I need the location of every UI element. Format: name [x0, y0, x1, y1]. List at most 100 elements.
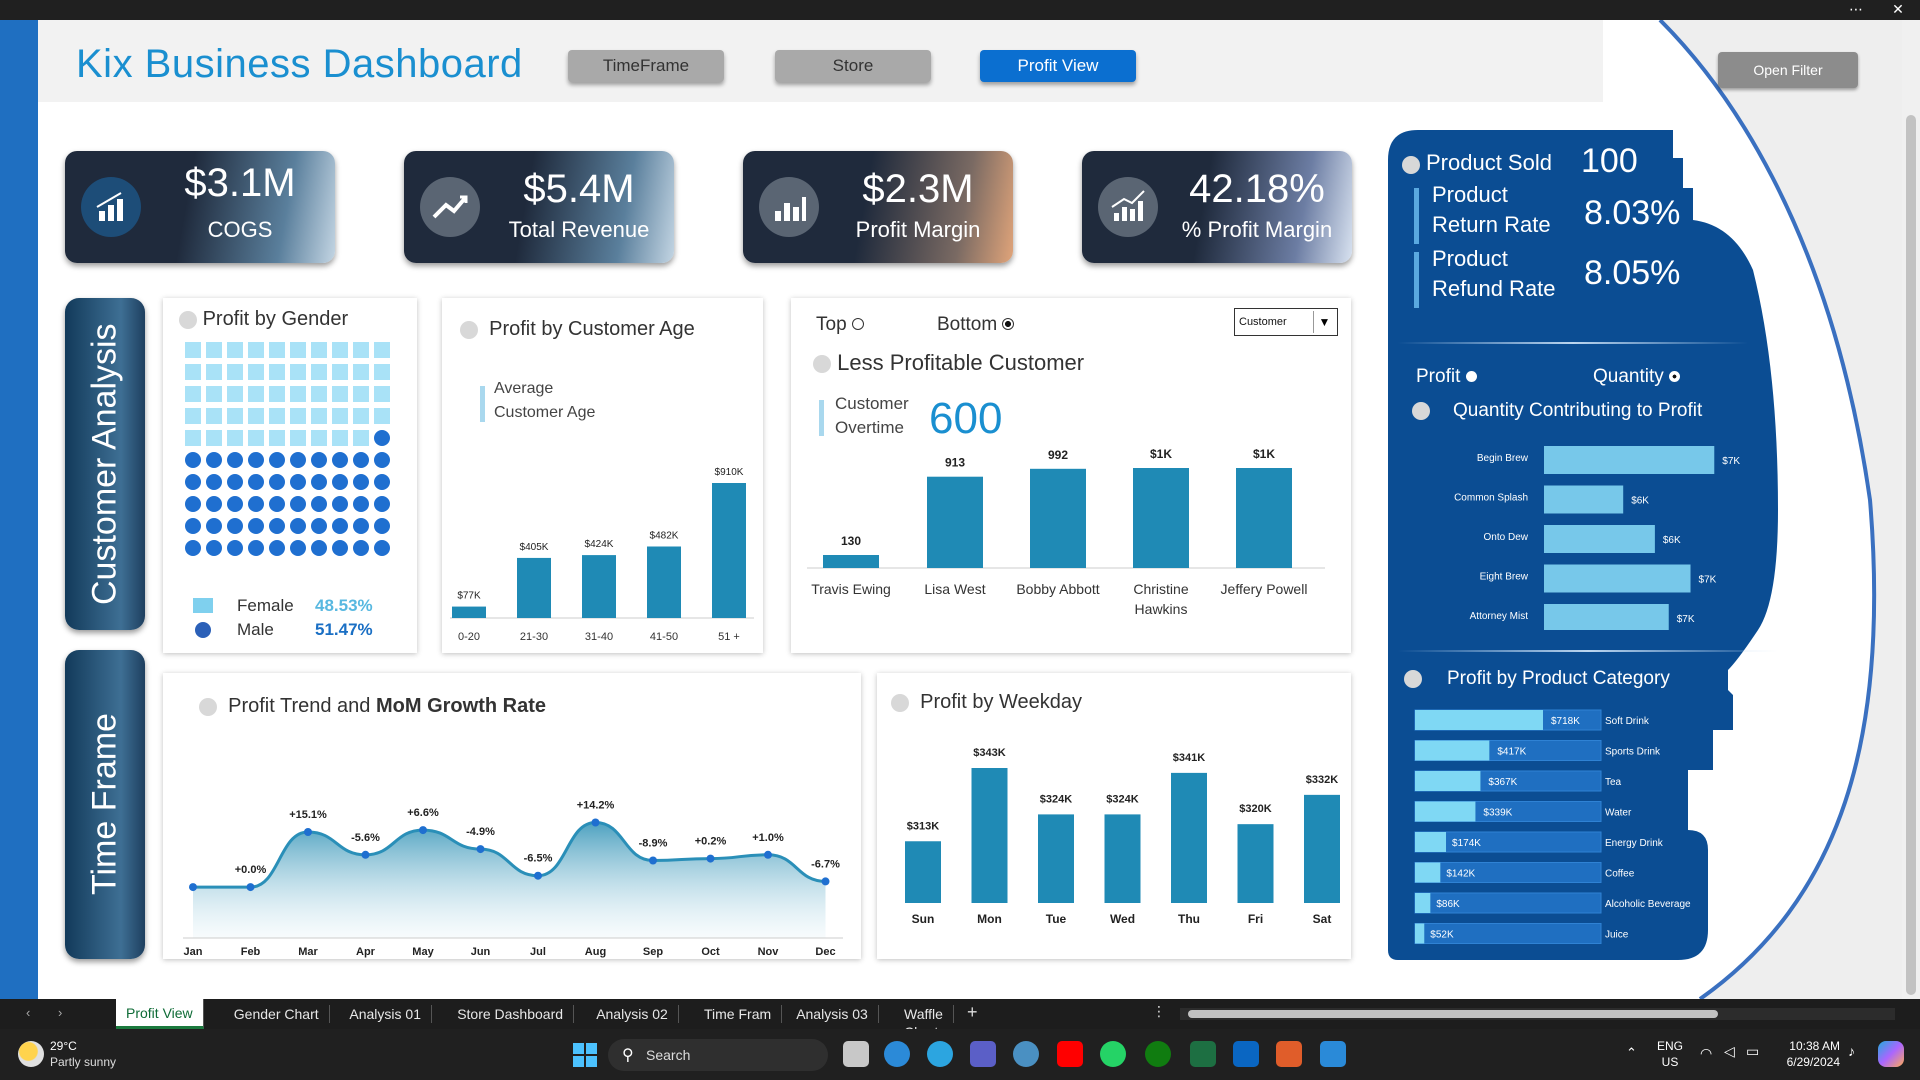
excel-icon[interactable]	[1190, 1041, 1216, 1067]
waffle-cell-female	[248, 430, 264, 446]
tab-waffle-chart[interactable]: Waffle Chart	[894, 1005, 954, 1040]
linkedin-icon[interactable]	[1233, 1041, 1259, 1067]
top-radio[interactable]: Top	[816, 314, 864, 336]
radio-checked-icon	[1002, 318, 1015, 330]
youtube-icon[interactable]	[1057, 1041, 1083, 1067]
waffle-cell-male	[374, 474, 390, 490]
item-label: Attorney Mist	[1470, 611, 1529, 622]
tab-profit-view[interactable]: Profit View	[116, 999, 204, 1029]
scroll-thumb[interactable]	[1906, 115, 1916, 995]
bottom-radio[interactable]: Bottom	[937, 314, 1015, 336]
waffle-cell-male	[311, 540, 327, 556]
bar-chart-icon	[81, 177, 141, 237]
add-sheet-icon[interactable]: +	[967, 1002, 978, 1023]
gender-waffle-chart	[185, 342, 395, 562]
app-icon[interactable]	[1276, 1041, 1302, 1067]
clock-date[interactable]: 6/29/2024	[1770, 1055, 1840, 1069]
bar	[1104, 814, 1141, 903]
waffle-cell-male	[185, 452, 201, 468]
waffle-cell-female	[353, 342, 369, 358]
tab-prev-icon[interactable]: ‹	[26, 1005, 30, 1020]
more-vertical-icon[interactable]: ⋮	[1152, 1003, 1166, 1020]
waffle-cell-female	[206, 430, 222, 446]
top-label: Top	[816, 314, 847, 335]
data-point	[304, 828, 312, 836]
data-label: $52K	[1430, 930, 1454, 941]
whatsapp-icon[interactable]	[1100, 1041, 1126, 1067]
refund-label-2: Refund Rate	[1432, 276, 1556, 301]
growth-label: -5.6%	[351, 832, 380, 844]
waffle-cell-female	[269, 430, 285, 446]
data-label: $324K	[1040, 793, 1072, 805]
profit-radio[interactable]: Profit	[1416, 366, 1477, 388]
data-label: $718K	[1551, 716, 1580, 727]
chevron-down-icon[interactable]: ▼	[1313, 311, 1335, 333]
customer-dropdown[interactable]: Customer ▼	[1234, 308, 1338, 336]
quantity-radio[interactable]: Quantity	[1593, 366, 1681, 388]
taskbar-search[interactable]: ⚲ Search	[608, 1039, 828, 1071]
profit-opt-label: Profit	[1416, 366, 1461, 387]
clock-time[interactable]: 10:38 AM	[1770, 1039, 1840, 1053]
waffle-cell-male	[353, 496, 369, 512]
wifi-icon[interactable]: ◠	[1700, 1045, 1712, 1062]
waffle-cell-female	[206, 342, 222, 358]
data-point	[649, 856, 657, 865]
tab-time-fram[interactable]: Time Fram	[694, 1005, 783, 1023]
vertical-scrollbar[interactable]	[1902, 20, 1920, 999]
growth-label: +1.0%	[752, 832, 784, 844]
waffle-cell-female	[185, 408, 201, 424]
item-label: Begin Brew	[1477, 453, 1529, 464]
close-icon[interactable]: ✕	[1878, 1, 1918, 18]
tab-analysis-03[interactable]: Analysis 03	[786, 1005, 879, 1023]
weather-desc: Partly sunny	[50, 1055, 117, 1069]
open-filter-button[interactable]: Open Filter	[1718, 52, 1858, 88]
battery-icon[interactable]: ▭	[1746, 1043, 1759, 1060]
male-label: Male	[237, 620, 274, 639]
copilot-icon[interactable]	[1878, 1041, 1904, 1067]
app-icon[interactable]	[1320, 1041, 1346, 1067]
tab-gender-chart[interactable]: Gender Chart	[224, 1005, 330, 1023]
teams-icon[interactable]	[970, 1041, 996, 1067]
overtime-value: 600	[929, 394, 1003, 443]
growth-label: -6.5%	[524, 853, 553, 865]
chevron-up-icon[interactable]: ⌃	[1626, 1045, 1637, 1061]
tab-analysis-01[interactable]: Analysis 01	[339, 1005, 432, 1023]
bar	[712, 483, 746, 618]
horizontal-scrollbar[interactable]	[1180, 1008, 1895, 1020]
bar	[823, 555, 879, 568]
xbox-icon[interactable]	[1145, 1041, 1171, 1067]
bell-icon[interactable]: ♪	[1848, 1043, 1855, 1059]
tab-store-dashboard[interactable]: Store Dashboard	[447, 1005, 575, 1023]
waffle-cell-female	[248, 408, 264, 424]
language-region[interactable]: US	[1655, 1055, 1685, 1069]
volume-icon[interactable]: ◁	[1724, 1043, 1735, 1060]
nav-store-button[interactable]: Store	[775, 50, 931, 82]
gender-title: Profit by Gender	[202, 308, 349, 330]
search-icon: ⚲	[622, 1047, 634, 1064]
waffle-cell-male	[269, 452, 285, 468]
tab-analysis-02[interactable]: Analysis 02	[586, 1005, 679, 1023]
product-sold-label: Product Sold	[1426, 150, 1552, 175]
tick-label: Fri	[1248, 912, 1263, 926]
task-view-icon[interactable]	[843, 1041, 869, 1067]
product-sold-value: 100	[1581, 142, 1638, 180]
edge-icon[interactable]	[884, 1041, 910, 1067]
tab-next-icon[interactable]: ›	[58, 1005, 62, 1020]
nav-profit-view-button[interactable]: Profit View	[980, 50, 1136, 82]
more-icon[interactable]: ⋯	[1836, 1, 1876, 18]
data-label: $142K	[1446, 869, 1475, 880]
nav-timeframe-button[interactable]: TimeFrame	[568, 50, 724, 82]
data-point	[361, 850, 370, 859]
telegram-icon[interactable]	[927, 1041, 953, 1067]
data-label: $6K	[1663, 535, 1681, 546]
bar	[452, 606, 486, 618]
start-icon[interactable]	[573, 1043, 597, 1072]
app-icon[interactable]	[1013, 1041, 1039, 1067]
data-label: $332K	[1306, 774, 1338, 786]
data-label: $7K	[1722, 456, 1740, 467]
waffle-cell-male	[248, 518, 264, 534]
language-code[interactable]: ENG	[1655, 1039, 1685, 1053]
card-title: Profit Trend and MoM Growth Rate	[199, 695, 546, 718]
weather-icon[interactable]	[18, 1041, 44, 1067]
scroll-thumb[interactable]	[1188, 1010, 1718, 1018]
